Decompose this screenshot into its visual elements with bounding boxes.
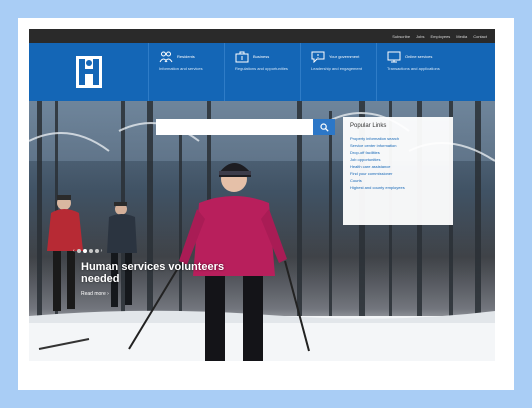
popular-link[interactable]: Health care assistance [350,163,446,170]
popular-link[interactable]: Drop-off facilities [350,149,446,156]
hero-banner: Popular Links Property information searc… [29,101,495,361]
nav-item-online-services[interactable]: Online services Transactions and applica… [377,43,457,101]
carousel-next-icon[interactable]: › [101,249,103,254]
county-logo-icon [75,56,102,88]
search-input[interactable] [156,119,313,135]
carousel-dot[interactable] [88,249,93,253]
nav-title: Business [253,54,270,59]
utility-bar: Subscribe Jobs Employees Media Contact [29,29,495,43]
popular-link[interactable]: Service center information [350,142,446,149]
popular-links-title: Popular Links [350,123,387,129]
utility-link-media[interactable]: Media [456,34,467,39]
nav-item-residents[interactable]: Residents Information and services [149,43,225,101]
nav-title: Residents [177,54,195,59]
monitor-icon [387,51,401,63]
utility-link-contact[interactable]: Contact [473,34,487,39]
logo[interactable] [29,43,149,101]
carousel-dot[interactable] [76,249,81,253]
nav-title: Online services [405,54,433,59]
carousel-indicators: ‹ › [73,249,103,254]
people-icon [159,51,173,63]
nav-subtitle: Regulations and opportunities [235,66,288,71]
hero-headline: Human services volunteers needed [81,261,225,285]
main-nav: Residents Information and services Busin… [29,43,495,101]
popular-link[interactable]: Find your commissioner [350,170,446,177]
carousel-dot[interactable] [94,249,99,253]
utility-link-jobs[interactable]: Jobs [416,34,424,39]
carousel-prev-icon[interactable]: ‹ [73,249,75,254]
utility-link-subscribe[interactable]: Subscribe [392,34,410,39]
nav-title: Your government [329,54,360,59]
popular-link[interactable]: Courts [350,177,446,184]
nav-item-business[interactable]: Business Regulations and opportunities [225,43,301,101]
nav-subtitle: Leadership and engagement [311,66,362,71]
carousel-dot-active[interactable] [82,249,87,253]
nav-subtitle: Information and services [159,66,203,71]
speech-bubble-icon [311,51,325,63]
website: Subscribe Jobs Employees Media Contact R… [29,29,495,361]
read-more-link[interactable]: Read more › [81,291,109,297]
nav-item-your-government[interactable]: Your government Leadership and engagemen… [301,43,377,101]
nav-subtitle: Transactions and applications [387,66,440,71]
search-button[interactable] [313,119,335,135]
search-icon [319,122,329,132]
utility-link-employees[interactable]: Employees [431,34,451,39]
popular-link[interactable]: Highest and county employees [350,184,446,191]
briefcase-icon [235,51,249,63]
popular-link[interactable]: Property information search [350,135,446,142]
popular-link[interactable]: Job opportunities [350,156,446,163]
popular-links-panel: Popular Links Property information searc… [343,117,453,225]
